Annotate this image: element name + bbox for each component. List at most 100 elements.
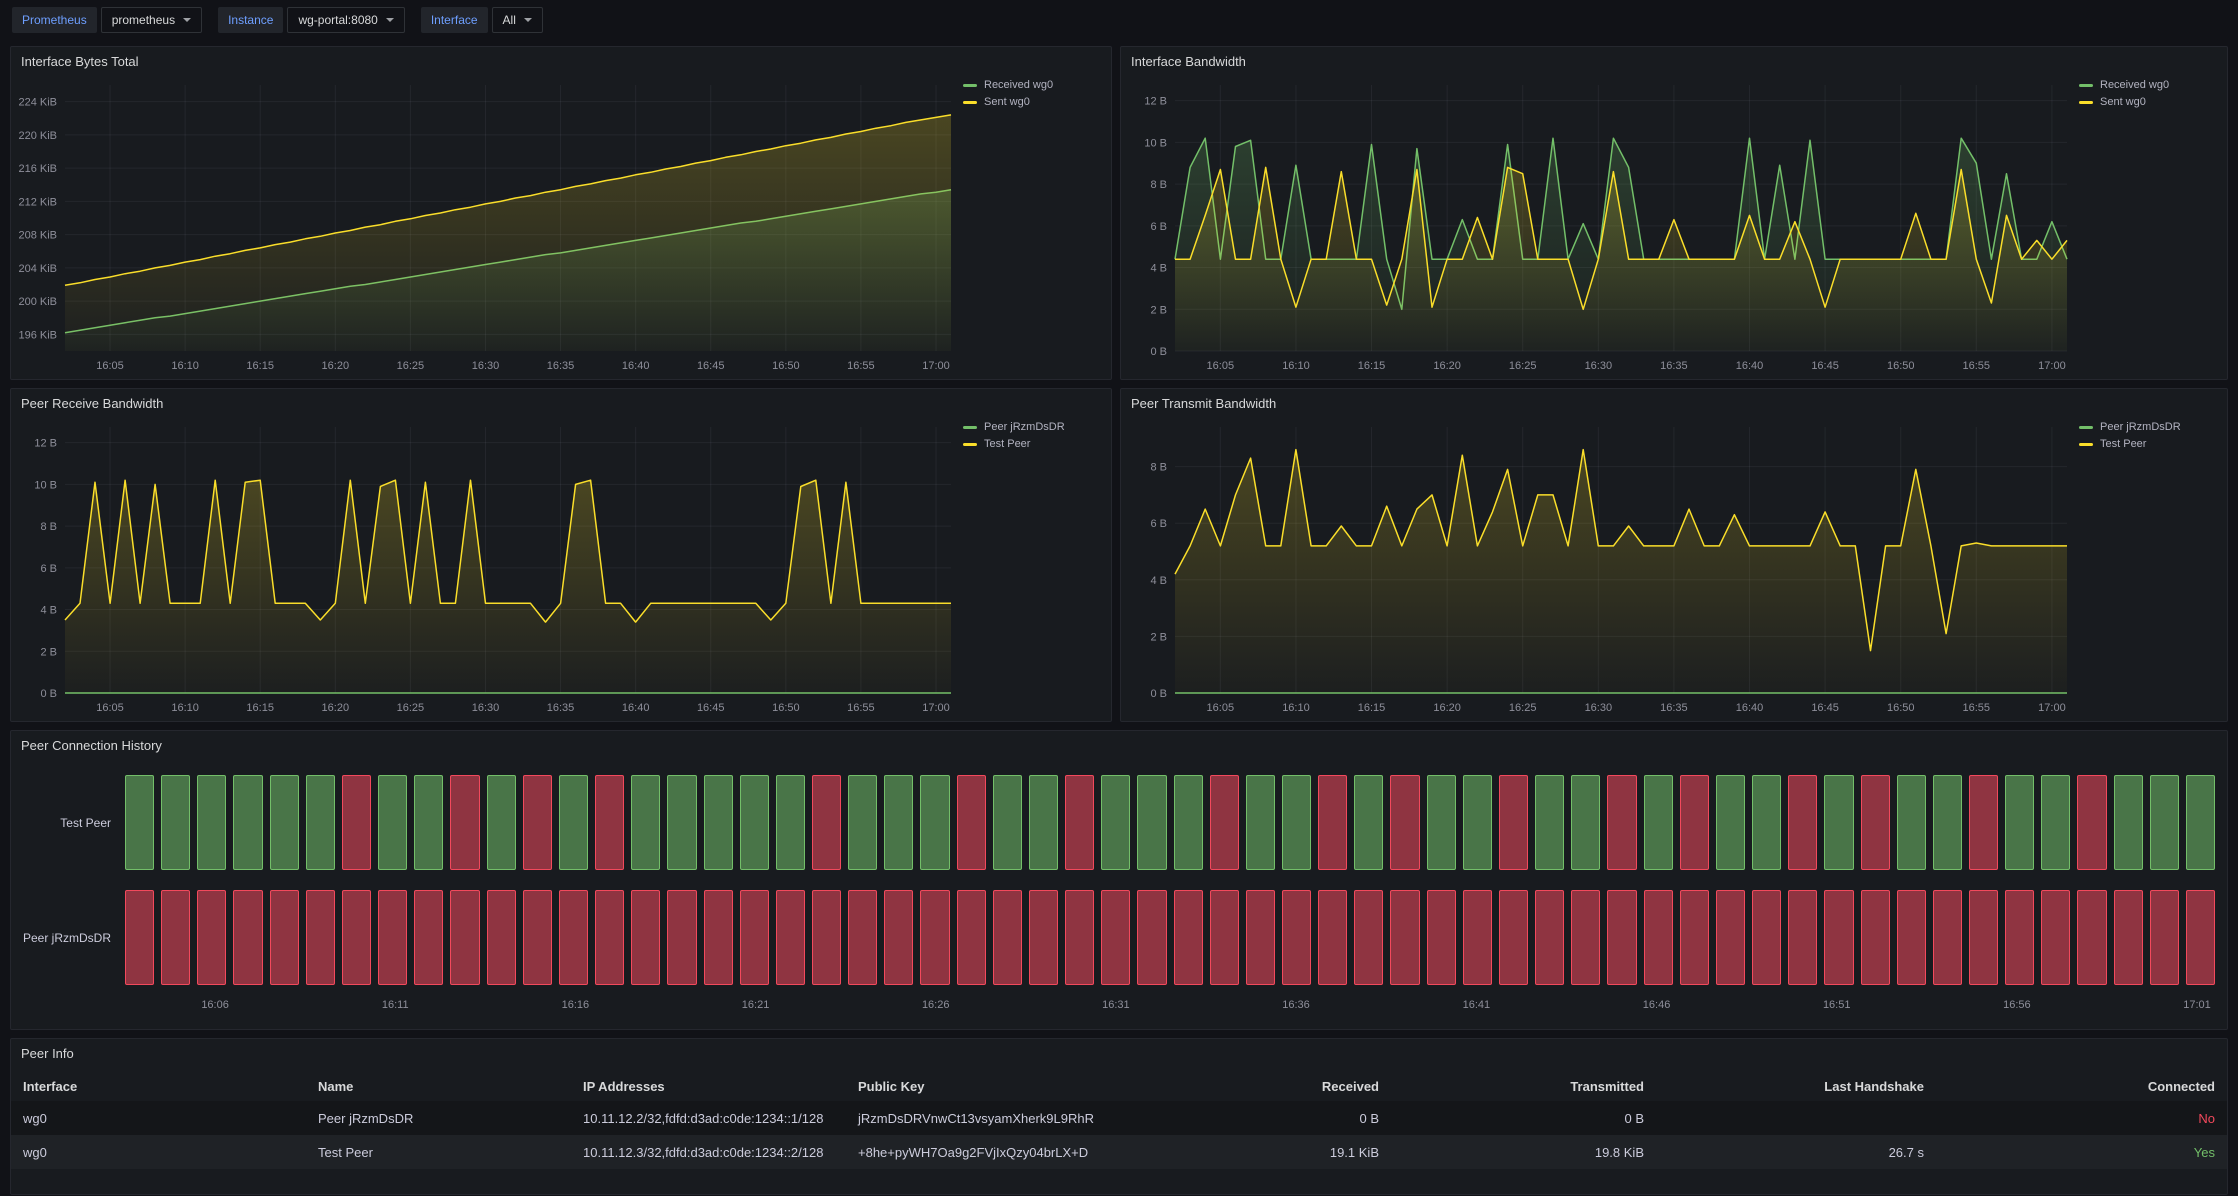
status-block-connected[interactable] <box>306 775 335 870</box>
status-block-disconnected[interactable] <box>233 890 262 985</box>
status-block-disconnected[interactable] <box>884 890 913 985</box>
status-block-disconnected[interactable] <box>740 890 769 985</box>
status-block-connected[interactable] <box>414 775 443 870</box>
status-block-connected[interactable] <box>270 775 299 870</box>
status-block-disconnected[interactable] <box>1210 890 1239 985</box>
status-block-disconnected[interactable] <box>595 890 624 985</box>
status-block-disconnected[interactable] <box>125 890 154 985</box>
legend-item-sent-wg0[interactable]: Sent wg0 <box>963 96 1103 108</box>
legend-item-test-peer[interactable]: Test Peer <box>2079 438 2219 450</box>
status-block-disconnected[interactable] <box>1390 775 1419 870</box>
status-block-disconnected[interactable] <box>1174 890 1203 985</box>
status-block-connected[interactable] <box>1174 775 1203 870</box>
status-block-connected[interactable] <box>1463 775 1492 870</box>
status-block-connected[interactable] <box>378 775 407 870</box>
status-block-disconnected[interactable] <box>1571 890 1600 985</box>
column-header-name[interactable]: Name <box>306 1079 571 1094</box>
status-block-disconnected[interactable] <box>161 890 190 985</box>
status-block-disconnected[interactable] <box>2041 890 2070 985</box>
status-block-connected[interactable] <box>559 775 588 870</box>
status-block-disconnected[interactable] <box>1933 890 1962 985</box>
column-header-transmitted[interactable]: Transmitted <box>1391 1079 1656 1094</box>
status-block-disconnected[interactable] <box>1607 890 1636 985</box>
status-block-connected[interactable] <box>2150 775 2179 870</box>
column-header-public-key[interactable]: Public Key <box>846 1079 1126 1094</box>
status-block-connected[interactable] <box>1029 775 1058 870</box>
timeseries-chart-interface-bandwidth[interactable]: 16:0516:1016:1516:2016:2516:3016:3516:40… <box>1121 75 2075 377</box>
status-block-disconnected[interactable] <box>776 890 805 985</box>
status-block-connected[interactable] <box>920 775 949 870</box>
status-block-connected[interactable] <box>848 775 877 870</box>
status-block-connected[interactable] <box>487 775 516 870</box>
status-block-connected[interactable] <box>776 775 805 870</box>
status-block-disconnected[interactable] <box>920 890 949 985</box>
status-block-disconnected[interactable] <box>414 890 443 985</box>
panel-title[interactable]: Peer Info <box>11 1039 2227 1067</box>
status-block-connected[interactable] <box>704 775 733 870</box>
status-block-disconnected[interactable] <box>2077 775 2106 870</box>
status-block-connected[interactable] <box>161 775 190 870</box>
status-block-disconnected[interactable] <box>812 890 841 985</box>
legend-item-test-peer[interactable]: Test Peer <box>963 438 1103 450</box>
status-block-connected[interactable] <box>1101 775 1130 870</box>
status-block-disconnected[interactable] <box>1318 890 1347 985</box>
status-block-connected[interactable] <box>1246 775 1275 870</box>
status-block-disconnected[interactable] <box>523 890 552 985</box>
status-block-disconnected[interactable] <box>1499 775 1528 870</box>
status-block-disconnected[interactable] <box>1463 890 1492 985</box>
status-block-disconnected[interactable] <box>1788 775 1817 870</box>
panel-title[interactable]: Interface Bandwidth <box>1121 47 2227 75</box>
status-block-disconnected[interactable] <box>1101 890 1130 985</box>
status-block-disconnected[interactable] <box>1680 890 1709 985</box>
panel-title[interactable]: Peer Connection History <box>11 731 2227 759</box>
status-block-disconnected[interactable] <box>2114 890 2143 985</box>
status-block-disconnected[interactable] <box>631 890 660 985</box>
status-block-disconnected[interactable] <box>1752 890 1781 985</box>
status-block-connected[interactable] <box>1571 775 1600 870</box>
timeseries-chart-peer-transmit[interactable]: 16:0516:1016:1516:2016:2516:3016:3516:40… <box>1121 417 2075 719</box>
status-block-disconnected[interactable] <box>378 890 407 985</box>
status-block-connected[interactable] <box>2041 775 2070 870</box>
status-block-connected[interactable] <box>1282 775 1311 870</box>
column-header-received[interactable]: Received <box>1126 1079 1391 1094</box>
status-block-disconnected[interactable] <box>1824 890 1853 985</box>
column-header-interface[interactable]: Interface <box>11 1079 306 1094</box>
panel-title[interactable]: Peer Receive Bandwidth <box>11 389 1111 417</box>
status-block-disconnected[interactable] <box>1716 890 1745 985</box>
status-block-disconnected[interactable] <box>1644 890 1673 985</box>
status-block-disconnected[interactable] <box>1499 890 1528 985</box>
legend-item-received-wg0[interactable]: Received wg0 <box>963 79 1103 91</box>
status-block-disconnected[interactable] <box>1318 775 1347 870</box>
status-block-disconnected[interactable] <box>812 775 841 870</box>
var-select-prometheus[interactable]: prometheus <box>101 7 202 33</box>
status-block-disconnected[interactable] <box>1354 890 1383 985</box>
status-block-connected[interactable] <box>884 775 913 870</box>
status-block-disconnected[interactable] <box>1861 775 1890 870</box>
status-block-connected[interactable] <box>1897 775 1926 870</box>
status-block-disconnected[interactable] <box>957 775 986 870</box>
status-block-disconnected[interactable] <box>450 890 479 985</box>
status-block-disconnected[interactable] <box>1427 890 1456 985</box>
status-block-disconnected[interactable] <box>1210 775 1239 870</box>
status-block-disconnected[interactable] <box>2150 890 2179 985</box>
status-block-disconnected[interactable] <box>1788 890 1817 985</box>
status-block-disconnected[interactable] <box>270 890 299 985</box>
status-block-connected[interactable] <box>1716 775 1745 870</box>
legend-item-peer-jrzmdsdr[interactable]: Peer jRzmDsDR <box>963 421 1103 433</box>
status-block-disconnected[interactable] <box>1680 775 1709 870</box>
status-block-connected[interactable] <box>1752 775 1781 870</box>
status-block-connected[interactable] <box>197 775 226 870</box>
status-block-disconnected[interactable] <box>306 890 335 985</box>
status-block-disconnected[interactable] <box>1607 775 1636 870</box>
status-block-connected[interactable] <box>1427 775 1456 870</box>
status-block-disconnected[interactable] <box>2186 890 2215 985</box>
timeseries-chart-peer-receive[interactable]: 16:0516:1016:1516:2016:2516:3016:3516:40… <box>11 417 959 719</box>
status-block-disconnected[interactable] <box>704 890 733 985</box>
panel-title[interactable]: Peer Transmit Bandwidth <box>1121 389 2227 417</box>
status-block-connected[interactable] <box>1137 775 1166 870</box>
status-block-disconnected[interactable] <box>1969 890 1998 985</box>
status-block-disconnected[interactable] <box>1969 775 1998 870</box>
status-block-disconnected[interactable] <box>1137 890 1166 985</box>
status-block-disconnected[interactable] <box>487 890 516 985</box>
column-header-last-handshake[interactable]: Last Handshake <box>1656 1079 1936 1094</box>
